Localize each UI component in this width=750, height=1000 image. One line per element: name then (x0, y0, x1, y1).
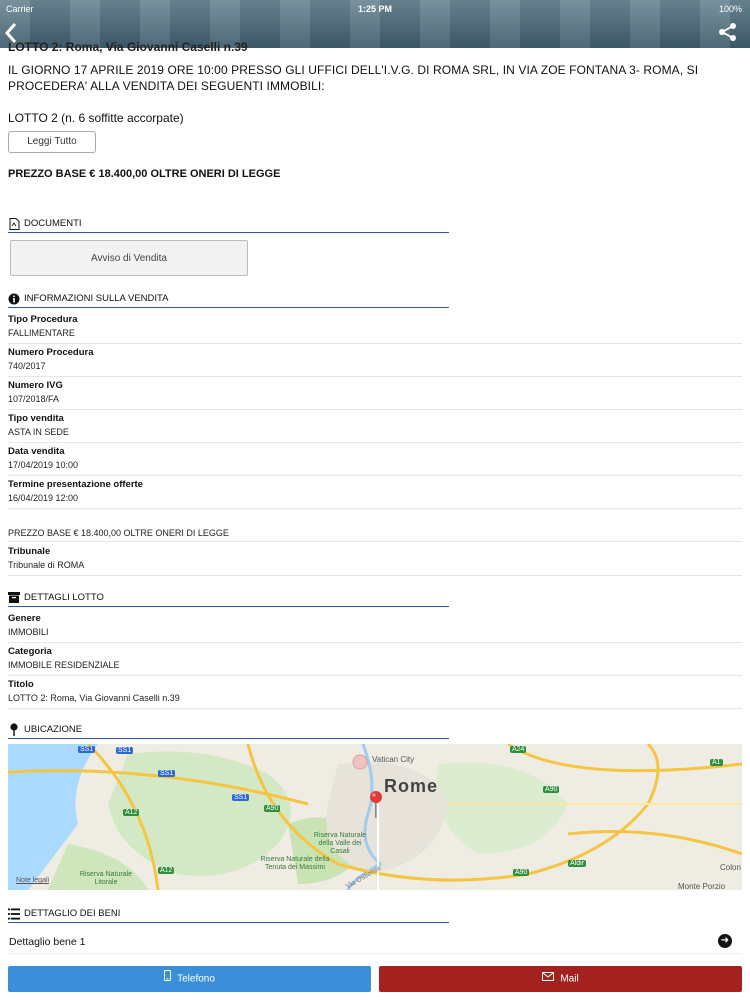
section-location: UBICAZIONE (8, 721, 449, 739)
map-label-park: Riserva Naturale della Tenuta dei Massim… (260, 856, 330, 871)
share-icon[interactable] (718, 22, 740, 44)
info-row-court: Tribunale Tribunale di ROMA (8, 543, 742, 576)
map-label-city: Rome (384, 776, 439, 796)
info-row-price-note: PREZZO BASE € 18.400,00 OLTRE ONERI DI L… (8, 509, 742, 542)
info-row-procedure-number: Numero Procedura 740/2017 (8, 344, 742, 377)
phone-button[interactable]: Telefono (8, 966, 371, 992)
info-row-ivg-number: Numero IVG 107/2018/FA (8, 377, 742, 410)
info-row-procedure-type: Tipo Procedura FALLIMENTARE (8, 311, 742, 344)
map-label-place: Monte Porzio (678, 882, 726, 890)
section-goods-title: DETTAGLIO DEI BENI (24, 908, 121, 919)
status-bar: Carrier 1:25 PM 100% (0, 2, 750, 16)
road-shield: A90 (543, 786, 560, 793)
row-value: 16/04/2019 12:00 (8, 493, 79, 503)
row-value: 107/2018/FA (8, 394, 60, 404)
goods-item-row[interactable]: Dettaglio bene 1 ➜ (8, 928, 742, 954)
map-label-park: Riserva Naturale della Valle dei Casali (313, 832, 367, 855)
row-label: Termine presentazione offerte (8, 479, 143, 490)
read-more-button[interactable]: Leggi Tutto (8, 131, 96, 153)
row-value: LOTTO 2: Roma, Via Giovanni Caselli n.39 (8, 693, 180, 703)
row-label: Tipo Procedura (8, 314, 78, 325)
legal-notes-link[interactable]: Note legali (16, 877, 49, 884)
road-shield: SS1 (232, 794, 250, 801)
info-row-title: Titolo LOTTO 2: Roma, Via Giovanni Casel… (8, 676, 742, 709)
row-value: 740/2017 (8, 361, 46, 371)
row-value: IMMOBILI (8, 627, 49, 637)
road-shield: Aldir (568, 860, 587, 867)
list-icon (8, 907, 20, 920)
road-shield: A24 (510, 746, 527, 753)
row-label: Numero IVG (8, 380, 63, 391)
sale-notice-button[interactable]: Avviso di Vendita (10, 240, 248, 276)
row-value: ASTA IN SEDE (8, 427, 69, 437)
sale-announcement: IL GIORNO 17 APRILE 2019 ORE 10:00 PRESS… (8, 63, 699, 93)
road-shield: A90 (264, 805, 281, 812)
mail-button-label: Mail (560, 973, 579, 985)
road-shield: A1 (710, 759, 723, 766)
row-label: Tipo vendita (8, 413, 64, 424)
section-sale-info-title: INFORMAZIONI SULLA VENDITA (24, 293, 169, 304)
row-label: Categoria (8, 646, 52, 657)
phone-icon (164, 966, 172, 992)
row-value: Tribunale di ROMA (8, 560, 85, 570)
section-documents: DOCUMENTI (8, 215, 449, 233)
road-shield: SS1 (158, 770, 176, 777)
map-label-vatican: Vatican City (372, 755, 415, 764)
info-row-sale-type: Tipo vendita ASTA IN SEDE (8, 410, 742, 443)
clock: 1:25 PM (357, 4, 392, 14)
row-value: FALLIMENTARE (8, 328, 75, 338)
location-map[interactable]: SS1 SS1 SS1 SS1 A12 A12 A90 A90 A90 A24 … (8, 744, 742, 890)
row-label: Tribunale (8, 546, 51, 557)
road-shield: SS1 (116, 747, 134, 754)
info-icon (8, 293, 20, 305)
road-shield: SS1 (78, 746, 96, 753)
archive-box-icon (8, 592, 20, 604)
goods-item-label: Dettaglio bene 1 (9, 936, 86, 948)
arrow-right-icon: ➜ (718, 934, 732, 948)
section-sale-info: INFORMAZIONI SULLA VENDITA (8, 290, 449, 308)
row-label: Titolo (8, 679, 34, 690)
info-row-genre: Genere IMMOBILI (8, 610, 742, 643)
section-goods: DETTAGLIO DEI BENI (8, 905, 449, 923)
section-documents-title: DOCUMENTI (24, 218, 82, 229)
info-row-category: Categoria IMMOBILE RESIDENZIALE (8, 643, 742, 676)
row-value: IMMOBILE RESIDENZIALE (8, 660, 120, 670)
pdf-icon (8, 217, 20, 230)
pin-icon (8, 723, 20, 736)
row-label: Numero Procedura (8, 347, 94, 358)
info-row-offer-deadline: Termine presentazione offerte 16/04/2019… (8, 476, 742, 509)
phone-button-label: Telefono (177, 973, 215, 985)
section-location-title: UBICAZIONE (24, 724, 83, 735)
row-value: PREZZO BASE € 18.400,00 OLTRE ONERI DI L… (8, 528, 229, 538)
map-label-place: Colon (720, 863, 741, 872)
base-price: PREZZO BASE € 18.400,00 OLTRE ONERI DI L… (8, 168, 281, 180)
info-row-sale-date: Data vendita 17/04/2019 10:00 (8, 443, 742, 476)
road-shield: A12 (158, 867, 175, 874)
lotto-description: LOTTO 2 (n. 6 soffitte accorpate) (8, 111, 184, 125)
action-bar: Telefono Mail (0, 960, 750, 1000)
map-label-park: Riserva Naturale Litorale (79, 871, 133, 886)
road-shield: A12 (123, 809, 140, 816)
battery-label: 100% (718, 4, 742, 14)
mail-button[interactable]: Mail (379, 966, 742, 992)
row-value: 17/04/2019 10:00 (8, 460, 79, 470)
road-shield: A90 (513, 869, 530, 876)
section-lot-details-title: DETTAGLI LOTTO (24, 592, 104, 603)
row-label: Genere (8, 613, 41, 624)
section-lot-details: DETTAGLI LOTTO (8, 589, 449, 607)
row-label: Data vendita (8, 446, 65, 457)
envelope-icon (542, 966, 555, 992)
page-title: LOTTO 2: Roma, Via Giovanni Caselli n.39 (8, 40, 248, 54)
